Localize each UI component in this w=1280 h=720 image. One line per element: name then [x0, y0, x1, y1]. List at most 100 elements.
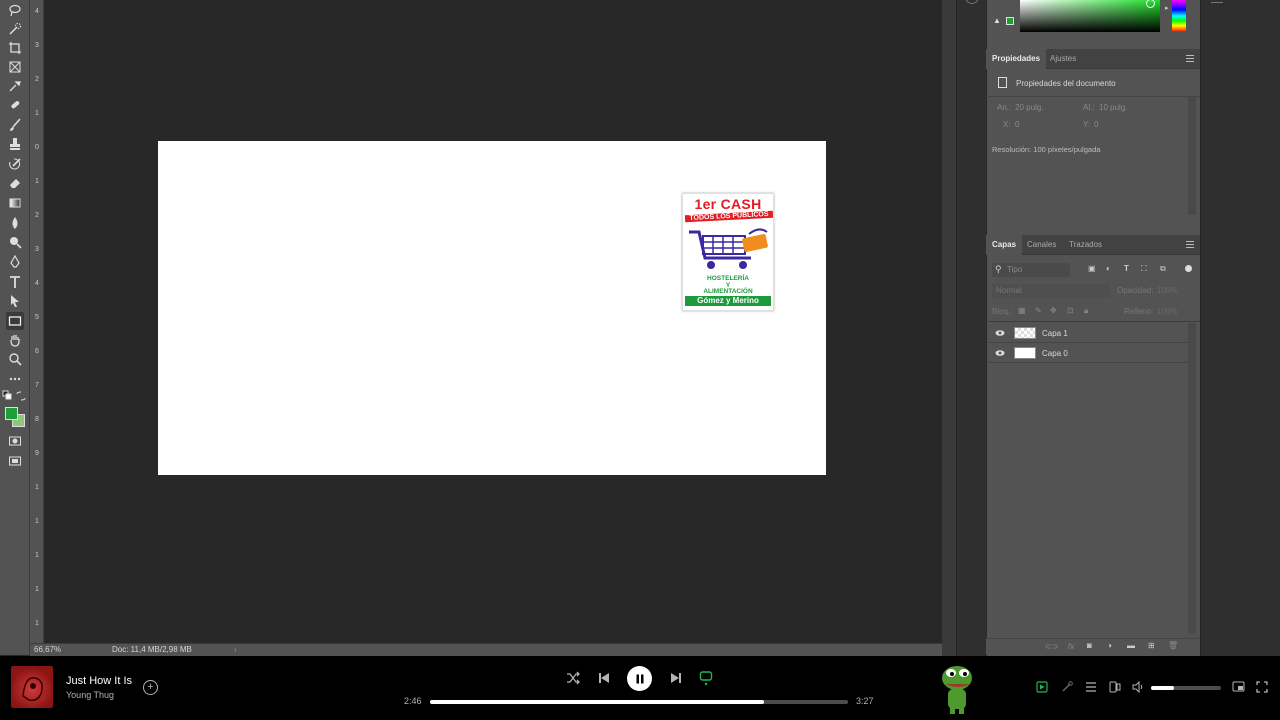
filter-image-icon[interactable]: ▣ — [1088, 264, 1096, 273]
logo-layer[interactable]: 1er CASH TODOS LOS PUBLICOS HOSTELERÍA Y… — [682, 193, 774, 311]
track-artist[interactable]: Young Thug — [66, 690, 114, 700]
opacity-value[interactable]: 100% — [1157, 286, 1177, 295]
link-layers-icon[interactable]: ⊂⊃ — [1045, 642, 1058, 651]
status-menu-chevron-icon[interactable]: › — [234, 644, 237, 656]
eyedropper-tool-icon[interactable] — [6, 77, 24, 95]
pen-tool-icon[interactable] — [6, 253, 24, 271]
screen-mode-icon[interactable] — [6, 452, 24, 470]
healing-brush-tool-icon[interactable] — [6, 96, 24, 114]
shuffle-icon[interactable] — [565, 670, 581, 686]
hue-slider[interactable] — [1172, 0, 1186, 32]
tab-layers[interactable]: Capas — [986, 235, 1023, 255]
frame-tool-icon[interactable] — [6, 58, 24, 76]
rectangle-tool-icon[interactable] — [6, 312, 24, 330]
default-colors-icon[interactable] — [2, 390, 14, 402]
miniplayer-icon[interactable] — [1231, 680, 1245, 694]
filter-smart-object-icon[interactable]: ⧉ — [1160, 264, 1166, 274]
crop-tool-icon[interactable] — [6, 39, 24, 57]
fill-value[interactable]: 100% — [1157, 307, 1177, 316]
blend-mode-select[interactable]: Normal — [992, 284, 1110, 298]
dock-tab-icon[interactable] — [1211, 0, 1223, 3]
gradient-tool-icon[interactable] — [6, 194, 24, 212]
y-value[interactable]: 0 — [1094, 120, 1098, 129]
visibility-eye-icon[interactable] — [995, 328, 1005, 338]
zoom-level[interactable]: 66,67% — [34, 644, 61, 656]
new-group-icon[interactable]: ▬ — [1127, 641, 1135, 650]
color-picker-handle[interactable] — [1146, 0, 1155, 8]
volume-slider[interactable] — [1151, 686, 1221, 690]
x-value[interactable]: 0 — [1015, 120, 1019, 129]
hand-tool-icon[interactable] — [6, 331, 24, 349]
path-selection-tool-icon[interactable] — [6, 292, 24, 310]
tab-adjustments[interactable]: Ajustes — [1044, 49, 1082, 69]
layer-filter-input[interactable]: Tipo — [1007, 265, 1022, 274]
playback-progress-bar[interactable] — [430, 700, 848, 704]
panel-menu-icon[interactable] — [1186, 55, 1194, 62]
hue-slider-arrow-icon[interactable]: ▸ — [1165, 4, 1169, 12]
history-brush-tool-icon[interactable] — [6, 155, 24, 173]
visibility-eye-icon[interactable] — [995, 348, 1005, 358]
volume-icon[interactable] — [1131, 680, 1145, 694]
lock-artboard-icon[interactable]: ⊡ — [1067, 306, 1074, 315]
color-picker-field[interactable] — [1020, 0, 1160, 32]
height-value[interactable]: 10 pulg. — [1099, 103, 1127, 112]
now-playing-view-icon[interactable] — [1035, 680, 1049, 694]
new-layer-icon[interactable]: ⊞ — [1148, 641, 1155, 650]
delete-layer-icon[interactable]: 🗑︎ — [1168, 641, 1178, 650]
swap-colors-icon[interactable] — [15, 390, 27, 402]
layers-footer: ⊂⊃ fx ◙ ◑ ▬ ⊞ 🗑︎ — [986, 638, 1200, 655]
add-to-library-icon[interactable]: + — [143, 680, 158, 695]
filter-toggle-icon[interactable] — [1185, 265, 1192, 272]
quick-mask-icon[interactable] — [6, 432, 24, 450]
filter-type-icon[interactable]: T — [1124, 264, 1129, 273]
zoom-tool-icon[interactable] — [6, 350, 24, 368]
layer-filter-box[interactable]: ⚲ Tipo — [992, 263, 1070, 277]
properties-scrollbar[interactable] — [1188, 97, 1196, 215]
canvas-scrollbar[interactable] — [942, 0, 956, 656]
lock-position-icon[interactable]: ✥ — [1050, 306, 1057, 315]
layers-scrollbar[interactable] — [1188, 323, 1196, 633]
eraser-tool-icon[interactable] — [6, 174, 24, 192]
filter-adjustment-icon[interactable]: ◐ — [1106, 264, 1111, 273]
connect-device-icon[interactable] — [1108, 680, 1122, 694]
panel-dock-icon[interactable] — [966, 0, 978, 4]
fullscreen-icon[interactable] — [1255, 680, 1269, 694]
more-tools-icon[interactable] — [6, 370, 24, 388]
layer-row[interactable]: Capa 1 — [988, 323, 1188, 343]
track-title[interactable]: Just How It Is — [66, 675, 132, 687]
tab-channels[interactable]: Canales — [1021, 235, 1062, 255]
queue-icon[interactable] — [1084, 680, 1098, 694]
tab-paths[interactable]: Trazados — [1063, 235, 1108, 255]
previous-track-icon[interactable] — [596, 670, 612, 686]
brush-tool-icon[interactable] — [6, 116, 24, 134]
lock-paint-icon[interactable]: ✎ — [1035, 306, 1042, 315]
tab-properties[interactable]: Propiedades — [986, 49, 1047, 69]
canvas-workspace[interactable]: 1er CASH TODOS LOS PUBLICOS HOSTELERÍA Y… — [44, 0, 942, 643]
blur-tool-icon[interactable] — [6, 214, 24, 232]
pause-button[interactable] — [627, 666, 652, 691]
panel-menu-icon[interactable] — [1186, 241, 1194, 248]
album-cover[interactable] — [11, 666, 53, 708]
document-canvas[interactable]: 1er CASH TODOS LOS PUBLICOS HOSTELERÍA Y… — [158, 141, 826, 475]
lock-pixels-icon[interactable]: ▦ — [1018, 306, 1026, 315]
next-track-icon[interactable] — [668, 670, 684, 686]
lock-all-icon[interactable]: 🔒︎ — [1084, 306, 1088, 316]
clone-stamp-tool-icon[interactable] — [6, 135, 24, 153]
layer-name[interactable]: Capa 1 — [1042, 329, 1068, 338]
dodge-tool-icon[interactable] — [6, 233, 24, 251]
layer-style-icon[interactable]: fx — [1068, 642, 1074, 651]
lyrics-icon[interactable] — [1060, 680, 1074, 694]
layer-row[interactable]: Capa 0 — [988, 343, 1188, 363]
foreground-color-swatch[interactable] — [5, 407, 18, 420]
type-tool-icon[interactable] — [6, 273, 24, 291]
repeat-icon[interactable] — [698, 669, 714, 687]
quick-selection-tool-icon[interactable] — [6, 20, 24, 38]
layer-name[interactable]: Capa 0 — [1042, 349, 1068, 358]
filter-shape-icon[interactable]: ⛶ — [1141, 264, 1147, 274]
width-value[interactable]: 20 pulg. — [1015, 103, 1043, 112]
add-mask-icon[interactable]: ◙ — [1087, 641, 1092, 650]
warning-icon[interactable]: ▲ — [993, 16, 1001, 25]
lasso-tool-icon[interactable] — [6, 1, 24, 19]
adjustment-layer-icon[interactable]: ◑ — [1107, 641, 1112, 650]
web-safe-color-swatch[interactable] — [1006, 17, 1014, 25]
